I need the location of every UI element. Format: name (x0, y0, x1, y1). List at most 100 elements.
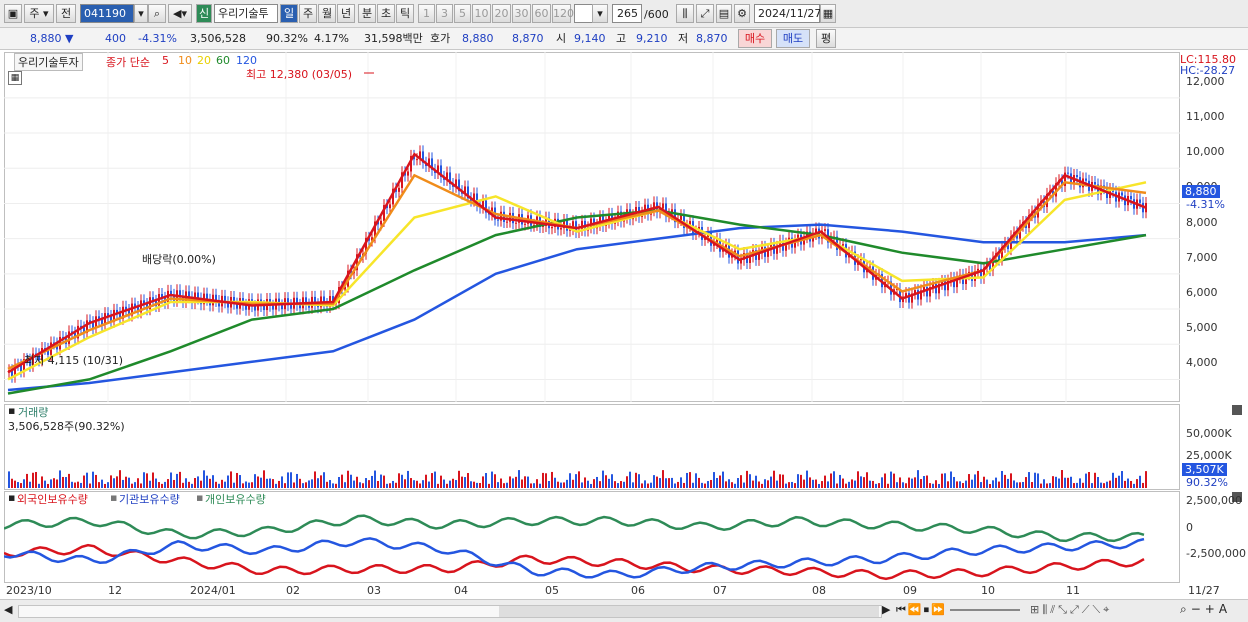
volume-bar (578, 471, 580, 488)
volume-bar (971, 479, 973, 488)
interval-120[interactable]: 120 (552, 4, 574, 23)
speaker-icon[interactable]: ◀▾ (168, 4, 192, 23)
volume-bar (977, 470, 979, 488)
drawing-tools[interactable]: ⊞⫼⫽⤡⤢⟋⟍⌖ (1030, 603, 1112, 617)
code-dropdown-icon[interactable]: ▾ (134, 4, 148, 23)
volume-bar (773, 470, 775, 488)
volume-bar (368, 480, 370, 488)
tab-tick[interactable]: 틱 (396, 4, 414, 23)
candle-body (824, 229, 826, 231)
volume-bar (866, 472, 868, 488)
ma-20-label[interactable]: 20 (197, 54, 211, 67)
scroll-left-icon[interactable]: ◀ (4, 603, 12, 616)
interval-5[interactable]: 5 (454, 4, 471, 23)
x-tick: 06 (631, 584, 645, 597)
volume-bar (998, 481, 1000, 488)
zoom-controls[interactable]: ⌕−+A (1180, 602, 1231, 617)
volume-bar (506, 482, 508, 488)
save-icon[interactable]: ▤ (716, 4, 732, 23)
stock-label[interactable]: 우리기술투자 (14, 53, 83, 71)
ma-60-label[interactable]: 60 (216, 54, 230, 67)
y-tick: 4,000 (1186, 356, 1218, 369)
calendar-icon[interactable]: ▦ (820, 4, 836, 23)
interval-20[interactable]: 20 (492, 4, 511, 23)
gear-icon[interactable]: ⚙ (734, 4, 750, 23)
code-input[interactable]: 041190 (80, 4, 134, 23)
volume-bar (746, 470, 748, 488)
volume-bar (200, 480, 202, 488)
price-chart (4, 52, 1180, 402)
tab-monthly[interactable]: 월 (318, 4, 336, 23)
volume-bar (920, 479, 922, 488)
candle-body (515, 222, 517, 224)
volume-bar (428, 481, 430, 488)
date-input[interactable]: 2024/11/27 (754, 4, 821, 23)
layout-icon[interactable]: ▣ (4, 4, 22, 23)
volume-bar (572, 479, 574, 488)
volume-bar (1049, 483, 1051, 488)
tab-minute[interactable]: 분 (358, 4, 376, 23)
candle-body (1121, 192, 1123, 196)
playback-controls[interactable]: ⏮⏪⏹⏩ (896, 603, 947, 617)
x-tick: 07 (713, 584, 727, 597)
stock-name-field[interactable]: 우리기술투 (214, 4, 278, 23)
volume-bar (1046, 483, 1048, 488)
volume-bar (233, 482, 235, 488)
zoom-slider[interactable] (950, 609, 1020, 611)
interval-60[interactable]: 60 (532, 4, 551, 23)
interval-30[interactable]: 30 (512, 4, 531, 23)
interval-10[interactable]: 10 (472, 4, 491, 23)
volume-y-axis: 50,000K 25,000K 3,507K 90.32% (1180, 404, 1248, 490)
buy-button[interactable]: 매수 (738, 29, 772, 48)
market-select[interactable]: 주 ▾ (24, 4, 54, 23)
volume-bar (1145, 471, 1147, 488)
candle-body (272, 305, 274, 310)
tab-yearly[interactable]: 년 (337, 4, 355, 23)
interval-3[interactable]: 3 (436, 4, 453, 23)
volume-bar (725, 481, 727, 488)
dividend-note: 배당락(0.00%) (142, 253, 216, 266)
holder-tick: -2,500,000 (1186, 547, 1246, 560)
candle-body (506, 221, 508, 223)
ma-10-label[interactable]: 10 (178, 54, 192, 67)
volume-bar (803, 479, 805, 488)
eval-button[interactable]: 평 (816, 29, 836, 48)
legend-institution[interactable]: 기관보유수량 (119, 491, 180, 507)
volume-bar (782, 474, 784, 488)
period-button[interactable]: 전 (56, 4, 76, 23)
scroll-right-icon[interactable]: ▶ (882, 603, 890, 616)
candle-type-icon[interactable]: ⫼ (676, 4, 694, 23)
volume-bar (815, 479, 817, 488)
ma-label[interactable]: 종가 단순 (106, 54, 150, 70)
draw-tool-icon[interactable]: ⤢ (696, 4, 714, 23)
scrollbar-track[interactable] (18, 605, 882, 618)
tab-weekly[interactable]: 주 (299, 4, 317, 23)
scrollbar-thumb[interactable] (499, 606, 879, 617)
volume-bar (365, 478, 367, 488)
sell-button[interactable]: 매도 (776, 29, 810, 48)
volume-bar (248, 482, 250, 488)
legend-individual[interactable]: 개인보유수량 (205, 491, 266, 507)
volume-bar (698, 477, 700, 488)
candle-body (254, 306, 256, 311)
volume-bar (359, 482, 361, 488)
volume-bar (485, 473, 487, 488)
volume-bar (296, 473, 298, 488)
legend-foreign[interactable]: 외국인보유수량 (17, 491, 88, 507)
low-note: 최저 4,115 (10/31) (24, 354, 124, 367)
search-icon[interactable]: ⌕ (148, 4, 166, 23)
volume-bar (323, 472, 325, 488)
tab-daily[interactable]: 일 (280, 4, 298, 23)
interval-1[interactable]: 1 (418, 4, 435, 23)
vol-tick: 50,000K (1186, 427, 1232, 440)
volume-bar (509, 476, 511, 488)
table-icon[interactable]: ▦ (8, 71, 22, 85)
volume-bar (605, 475, 607, 488)
interval-dropdown-icon[interactable]: ▾ (592, 4, 608, 23)
volume-bar (311, 479, 313, 488)
count-input[interactable]: 265 (612, 4, 642, 23)
ma-5-label[interactable]: 5 (162, 54, 169, 67)
high-label: 고 (616, 32, 627, 45)
tab-second[interactable]: 초 (377, 4, 395, 23)
volume-bar (83, 475, 85, 488)
